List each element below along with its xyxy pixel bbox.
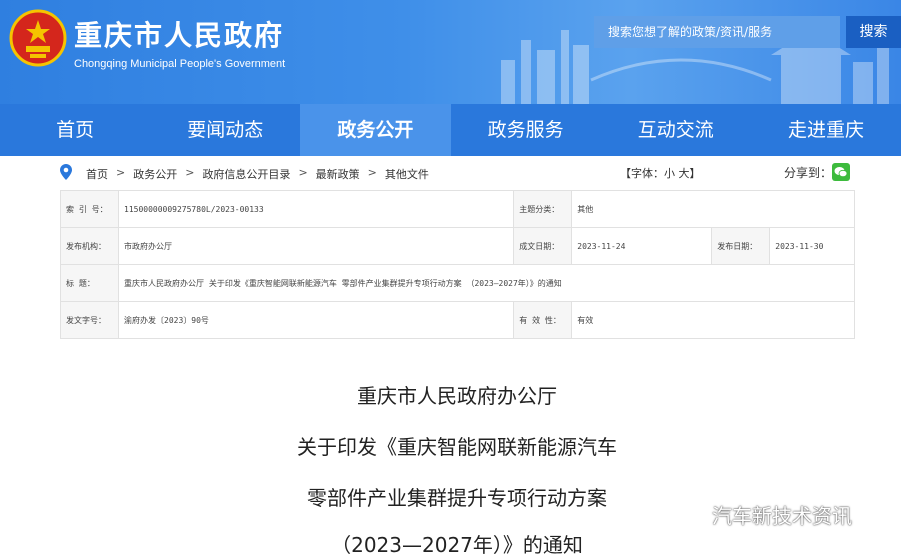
breadcrumb-item-other-files[interactable]: 其他文件 xyxy=(385,166,429,182)
share-label: 分享到： xyxy=(784,166,833,180)
breadcrumb-item-gov-affairs[interactable]: 政务公开 xyxy=(133,166,177,182)
title-value: 重庆市人民政府办公厅 关于印发《重庆智能网联新能源汽车 零部件产业集群提升专项行… xyxy=(118,264,855,302)
index-value: 11500000009275780L/2023-00133 xyxy=(117,190,515,228)
site-subtitle: Chongqing Municipal People's Government xyxy=(74,58,286,70)
main-nav: 首页 要闻动态 政务公开 政务服务 互动交流 走进重庆 xyxy=(0,104,901,156)
nav-item-services[interactable]: 政务服务 xyxy=(451,104,601,156)
breadcrumb-item-latest-policy[interactable]: 最新政策 xyxy=(316,166,360,182)
breadcrumb-separator: > xyxy=(367,166,377,179)
table-row: 索 引 号： 11500000009275780L/2023-00133 主题分… xyxy=(60,190,855,228)
watermark-text: 汽车新技术资讯 xyxy=(712,504,852,528)
nav-item-news[interactable]: 要闻动态 xyxy=(150,104,300,156)
validity-label: 有 效 性： xyxy=(513,301,573,339)
table-row: 发文字号： 渝府办发〔2023〕90号 有 效 性： 有效 xyxy=(60,301,855,339)
font-size-control: 【字体：小 大】 xyxy=(620,165,701,181)
breadcrumb-separator: > xyxy=(185,166,195,179)
location-pin-icon xyxy=(60,164,72,180)
issuer-value: 市政府办公厅 xyxy=(117,227,515,265)
nav-item-gov-affairs[interactable]: 政务公开 xyxy=(300,104,451,156)
breadcrumb-separator: > xyxy=(298,166,308,179)
created-date-label: 成文日期： xyxy=(513,227,573,265)
wechat-logo-icon xyxy=(676,503,705,524)
doc-number-value: 渝府办发〔2023〕90号 xyxy=(117,301,515,339)
category-value: 其他 xyxy=(571,190,855,228)
table-row: 发布机构： 市政府办公厅 成文日期： 2023-11-24 发布日期： 2023… xyxy=(60,227,855,265)
category-label: 主题分类： xyxy=(513,190,573,228)
nav-item-interaction[interactable]: 互动交流 xyxy=(601,104,751,156)
document-title-line: 关于印发《重庆智能网联新能源汽车 xyxy=(297,435,617,459)
document-title-line: （2023—2027年）》的通知 xyxy=(331,533,583,556)
font-size-bracket: 】 xyxy=(689,167,701,180)
font-size-label: 【字体： xyxy=(620,167,664,180)
document-info-table: 索 引 号： 11500000009275780L/2023-00133 主题分… xyxy=(60,190,855,339)
breadcrumb-item-catalog[interactable]: 政府信息公开目录 xyxy=(202,166,290,182)
national-emblem-icon xyxy=(9,9,67,67)
font-small-button[interactable]: 小 xyxy=(664,167,675,180)
wechat-icon[interactable] xyxy=(832,163,850,181)
published-date-label: 发布日期： xyxy=(711,227,771,265)
breadcrumb-item-home[interactable]: 首页 xyxy=(86,166,108,182)
issuer-label: 发布机构： xyxy=(60,227,119,265)
document-title-line: 重庆市人民政府办公厅 xyxy=(357,384,557,408)
index-label: 索 引 号： xyxy=(60,190,119,228)
watermark: 汽车新技术资讯 xyxy=(676,500,852,529)
document-title: 重庆市人民政府办公厅 关于印发《重庆智能网联新能源汽车 零部件产业集群提升专项行… xyxy=(0,378,901,556)
site-title: 重庆市人民政府 xyxy=(74,19,285,52)
created-date-value: 2023-11-24 xyxy=(571,227,713,265)
search-input[interactable] xyxy=(594,16,840,48)
validity-value: 有效 xyxy=(571,301,855,339)
font-large-button[interactable]: 大 xyxy=(679,167,690,180)
breadcrumb: 首页 > 政务公开 > 政府信息公开目录 > 最新政策 > 其他文件 xyxy=(86,166,429,182)
title-label: 标 题： xyxy=(60,264,119,302)
table-row: 标 题： 重庆市人民政府办公厅 关于印发《重庆智能网联新能源汽车 零部件产业集群… xyxy=(60,264,855,302)
site-header: 重庆市人民政府 Chongqing Municipal People's Gov… xyxy=(0,0,901,104)
doc-number-label: 发文字号： xyxy=(60,301,119,339)
search-button[interactable]: 搜索 xyxy=(846,16,901,48)
nav-item-about[interactable]: 走进重庆 xyxy=(751,104,901,156)
breadcrumb-bar: 首页 > 政务公开 > 政府信息公开目录 > 最新政策 > 其他文件 【字体：小… xyxy=(60,162,855,184)
nav-item-home[interactable]: 首页 xyxy=(0,104,150,156)
breadcrumb-separator: > xyxy=(116,166,126,179)
published-date-value: 2023-11-30 xyxy=(769,227,855,265)
